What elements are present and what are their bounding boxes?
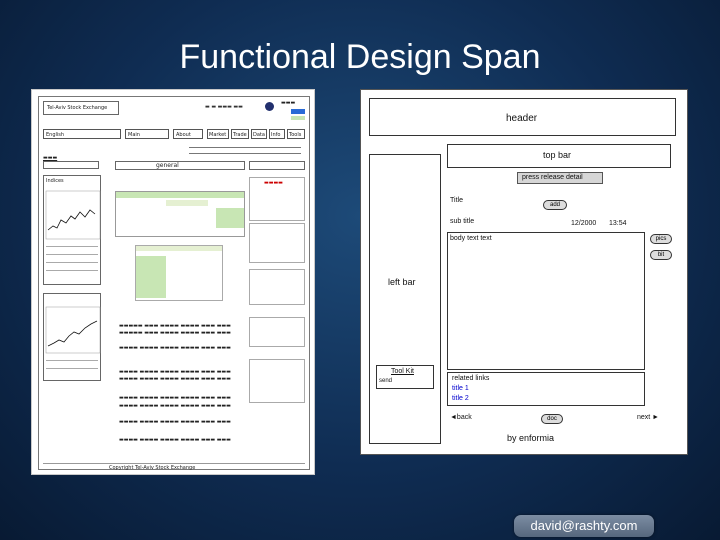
chart-row-line xyxy=(46,262,98,263)
tab-info[interactable]: Info xyxy=(269,129,285,139)
wf-next-link[interactable]: next ► xyxy=(637,414,659,421)
site-logo-box: Tel-Aviv Stock Exchange xyxy=(43,101,119,115)
chart-row-line xyxy=(46,246,98,247)
breadcrumb-line xyxy=(189,153,301,154)
sidebar-box-5 xyxy=(249,359,305,403)
left-charts-panel-2 xyxy=(43,293,101,381)
wf-related-link[interactable]: title 2 xyxy=(452,395,469,402)
wf-left-bar-label: left bar xyxy=(388,277,416,287)
wf-footer: by enformia xyxy=(507,433,555,443)
text-block: ▬▬▬▬ ▬▬▬▬ ▬▬▬▬ ▬▬▬▬ ▬▬▬ ▬▬▬ xyxy=(119,403,231,409)
right-heading-box xyxy=(249,161,305,170)
sidebar-box-3 xyxy=(249,269,305,305)
chart-row-line xyxy=(46,360,98,361)
wf-title-label: Title xyxy=(450,197,463,204)
tab-market[interactable]: Market xyxy=(207,129,229,139)
text-block: ▬▬▬▬ ▬▬▬▬ ▬▬▬▬ ▬▬▬▬ ▬▬▬ ▬▬▬ xyxy=(119,376,231,382)
wf-header-label: header xyxy=(506,113,538,124)
wf-bit-button[interactable]: bit xyxy=(650,250,672,260)
wf-body-text: body text text xyxy=(450,235,492,242)
header-links: ▬▬▬ xyxy=(281,100,296,106)
search-box[interactable] xyxy=(43,161,99,169)
wf-top-bar: top bar xyxy=(447,144,671,168)
chart-label: Indices xyxy=(46,178,64,184)
wf-pics-button[interactable]: pics xyxy=(650,234,672,244)
wf-top-bar-label: top bar xyxy=(543,150,572,160)
tab-main[interactable]: Main xyxy=(125,129,169,139)
chart-row-line xyxy=(46,368,98,369)
left-charts-panel: Indices xyxy=(43,175,101,285)
tab-data[interactable]: Data xyxy=(251,129,267,139)
text-block: ▬▬▬▬ ▬▬▬▬ ▬▬▬▬ ▬▬▬▬ ▬▬▬ ▬▬▬ xyxy=(119,419,231,425)
text-block: ▬▬▬▬ ▬▬▬▬ ▬▬▬▬ ▬▬▬▬ ▬▬▬ ▬▬▬ xyxy=(119,395,231,401)
email-badge: david@rashty.com xyxy=(514,515,654,537)
website-screenshot: Tel-Aviv Stock Exchange ▬ ▬ ▬▬▬ ▬▬ ▬▬▬ E… xyxy=(31,89,315,475)
wf-date: 12/2000 xyxy=(571,220,597,227)
tab-english[interactable]: English xyxy=(43,129,121,139)
text-block: ▬▬▬▬ ▬▬▬▬ ▬▬▬▬ ▬▬▬▬ ▬▬▬ ▬▬▬ xyxy=(119,437,231,443)
sidebar-box-1: ▬▬▬▬ xyxy=(249,177,305,221)
register-button[interactable] xyxy=(291,116,305,120)
footer-line xyxy=(43,463,305,464)
tab-trade[interactable]: Trade xyxy=(231,129,249,139)
table-highlight xyxy=(216,208,244,228)
sidebar-box-4 xyxy=(249,317,305,347)
breadcrumb-line xyxy=(189,147,301,148)
website-screenshot-frame: Tel-Aviv Stock Exchange ▬ ▬ ▬▬▬ ▬▬ ▬▬▬ E… xyxy=(38,96,310,471)
chart-row-line xyxy=(46,254,98,255)
index-chart xyxy=(45,190,101,240)
wf-related-links: related links title 1 title 2 xyxy=(447,372,645,406)
login-button[interactable] xyxy=(291,109,305,114)
text-block: ▬▬▬▬▬ ▬▬▬ ▬▬▬▬ ▬▬▬▬ ▬▬▬ ▬▬▬ xyxy=(119,323,231,329)
wf-time: 13:54 xyxy=(609,220,627,227)
wireframe-panel: header left bar Tool Kit send top bar pr… xyxy=(360,89,688,455)
wf-body: body text text xyxy=(447,232,645,370)
wf-add-button[interactable]: add xyxy=(543,200,567,210)
section-heading: general xyxy=(156,162,179,169)
wf-back-link[interactable]: ◄back xyxy=(450,414,472,421)
tab-about[interactable]: About xyxy=(173,129,203,139)
index-chart-2 xyxy=(45,306,101,354)
text-block: ▬▬▬▬ ▬▬▬▬ ▬▬▬▬ ▬▬▬▬ ▬▬▬ ▬▬▬ xyxy=(119,369,231,375)
wf-toolkit-label[interactable]: Tool Kit xyxy=(391,368,414,375)
wf-header: header xyxy=(369,98,676,136)
table-highlight xyxy=(166,200,208,206)
wf-press-release-label: press release detail xyxy=(522,174,583,181)
sidebar-box-2 xyxy=(249,223,305,263)
wf-sub-title-label: sub title xyxy=(450,218,475,225)
site-logo-text: Tel-Aviv Stock Exchange xyxy=(47,105,108,111)
site-emblem-icon xyxy=(265,102,274,111)
wf-left-bar: left bar Tool Kit send xyxy=(369,154,441,444)
table-column xyxy=(136,256,166,298)
wf-toolkit: Tool Kit send xyxy=(376,365,434,389)
wf-toolkit-sub: send xyxy=(379,378,393,384)
footer-text: Copyright Tel-Aviv Stock Exchange xyxy=(109,465,196,471)
table-header xyxy=(116,192,244,198)
data-table-2 xyxy=(135,245,223,301)
tab-tools[interactable]: Tools xyxy=(287,129,305,139)
wf-press-release-tab[interactable]: press release detail xyxy=(517,172,603,184)
section-heading-box: general xyxy=(115,161,245,170)
slide-title: Functional Design Span xyxy=(179,38,541,76)
data-table xyxy=(115,191,245,237)
alert-text: ▬▬▬▬ xyxy=(264,180,283,186)
wf-doc-button[interactable]: doc xyxy=(541,414,563,424)
chart-row-line xyxy=(46,270,98,271)
header-text: ▬ ▬ ▬▬▬ ▬▬ xyxy=(205,104,243,110)
wf-related-links-label: related links xyxy=(452,375,490,382)
text-block: ▬▬▬▬ ▬▬▬▬ ▬▬▬▬ ▬▬▬▬ ▬▬▬ ▬▬▬ xyxy=(119,345,231,351)
text-block: ▬▬▬▬▬ ▬▬▬ ▬▬▬▬ ▬▬▬▬ ▬▬▬ ▬▬▬ xyxy=(119,330,231,336)
wf-related-link[interactable]: title 1 xyxy=(452,385,469,392)
table-header xyxy=(136,246,222,251)
